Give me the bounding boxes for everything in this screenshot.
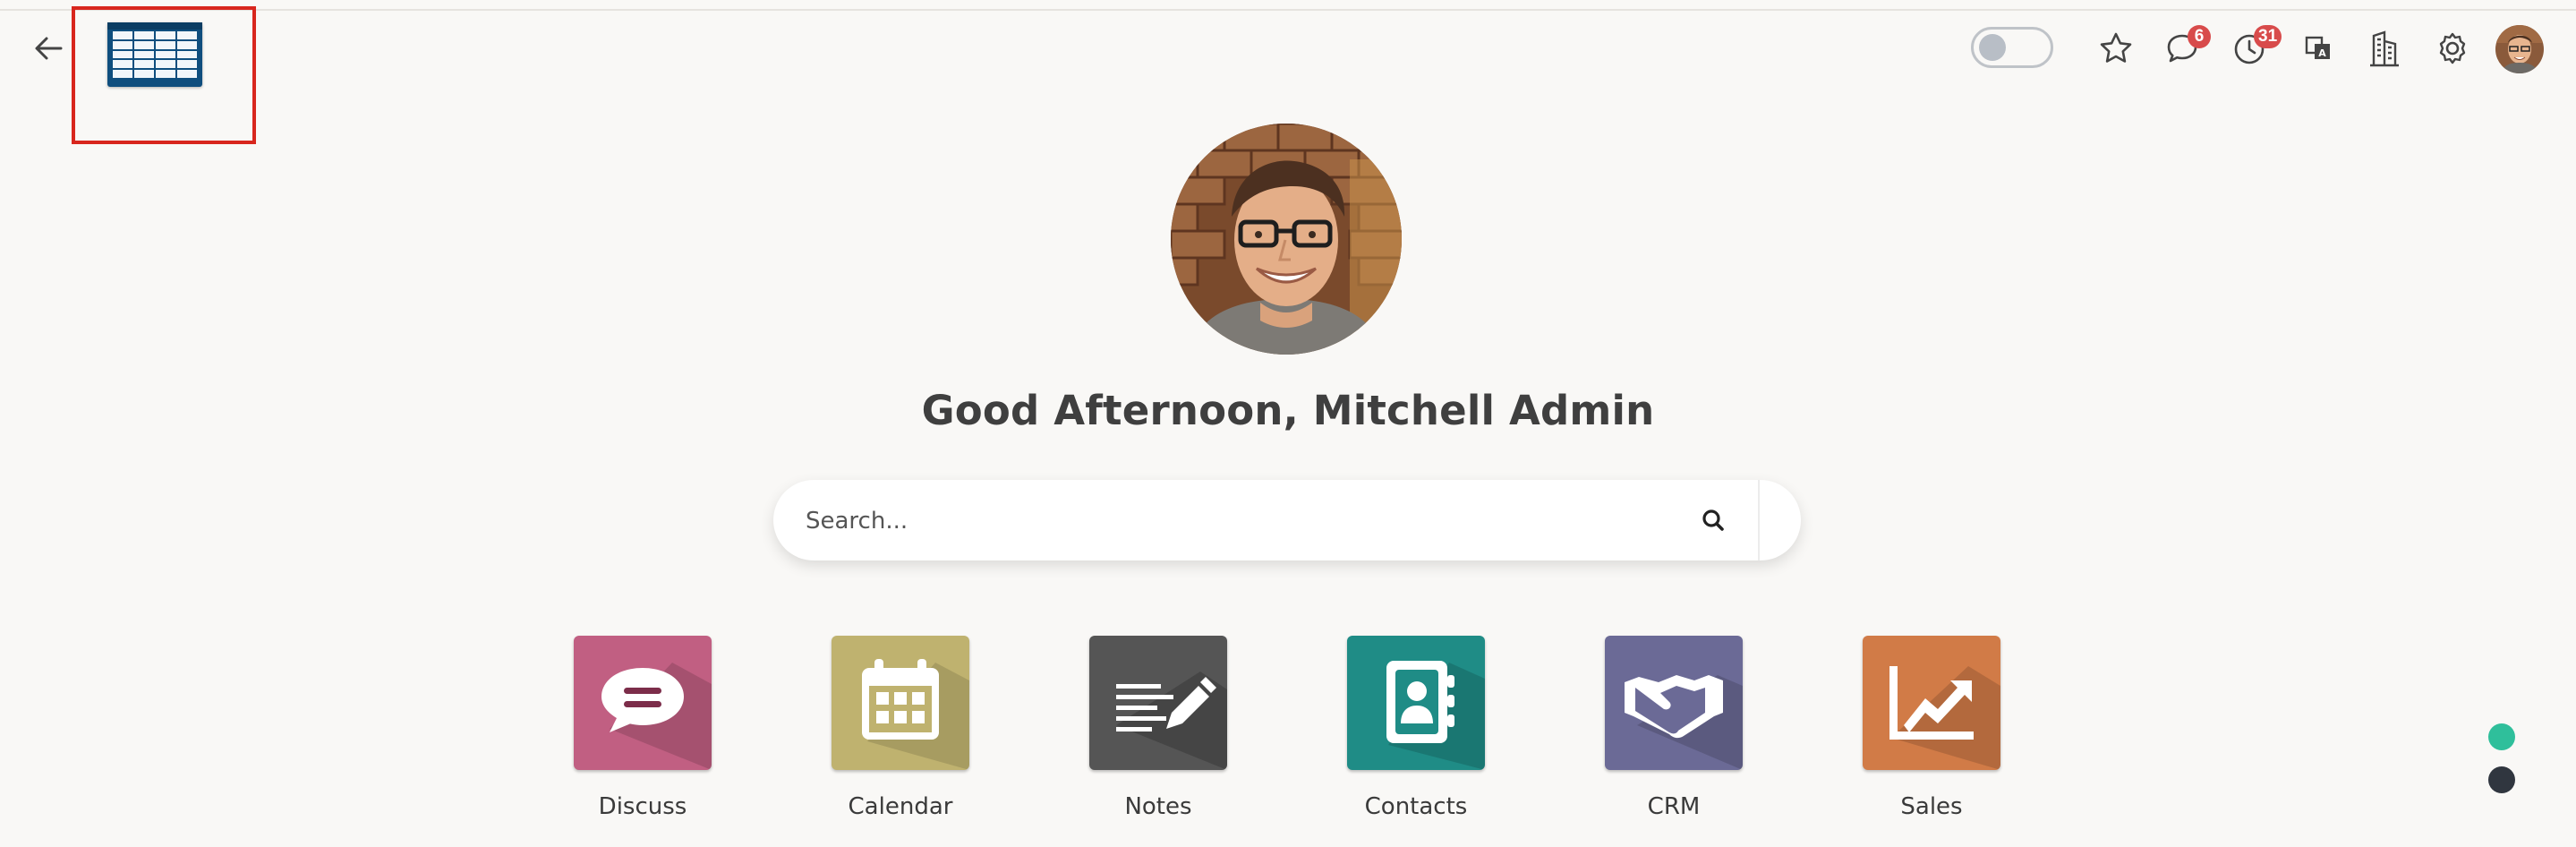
- search-button[interactable]: [1692, 499, 1735, 542]
- app-contacts[interactable]: Contacts: [1347, 636, 1485, 820]
- app-label: Discuss: [598, 793, 687, 820]
- app-notes[interactable]: Notes: [1089, 636, 1227, 820]
- app-tile: [1863, 636, 2000, 770]
- profile-photo: [1171, 124, 1402, 355]
- arrow-left-icon: [35, 37, 63, 60]
- activities-button[interactable]: 31: [2229, 25, 2282, 70]
- mode-toggle[interactable]: [1971, 27, 2053, 68]
- search-input[interactable]: [804, 480, 1702, 562]
- app-sales[interactable]: Sales: [1863, 636, 2000, 820]
- search-separator: [1758, 480, 1760, 560]
- app-label: Contacts: [1364, 793, 1468, 820]
- settings-button[interactable]: [2431, 27, 2474, 70]
- activities-badge: 31: [2254, 25, 2282, 48]
- toggle-knob: [1979, 34, 2006, 61]
- address-book-icon: [1386, 661, 1454, 743]
- app-tile: [1605, 636, 1743, 770]
- messages-badge: 6: [2188, 25, 2211, 48]
- app-label: CRM: [1647, 793, 1701, 820]
- highlighted-thumbnail[interactable]: [72, 6, 256, 144]
- star-icon: [2100, 32, 2132, 63]
- user-photo: [2495, 25, 2544, 73]
- app-label: Notes: [1124, 793, 1192, 820]
- app-label: Calendar: [848, 793, 953, 820]
- svg-text:A: A: [2318, 47, 2326, 59]
- top-border: [0, 0, 2576, 11]
- building-icon: [2370, 30, 2399, 67]
- back-button[interactable]: [27, 27, 70, 70]
- user-photo: [1171, 124, 1402, 355]
- messages-button[interactable]: 6: [2161, 25, 2211, 70]
- search-bar: [773, 480, 1801, 562]
- app-calendar[interactable]: Calendar: [832, 636, 969, 820]
- page-dot[interactable]: [2488, 766, 2515, 793]
- gear-icon: [2439, 32, 2466, 64]
- translate-icon: A: [2305, 36, 2330, 59]
- app-discuss[interactable]: Discuss: [574, 636, 712, 820]
- app-crm[interactable]: CRM: [1605, 636, 1743, 820]
- app-tile: [832, 636, 969, 770]
- search-icon: [1702, 509, 1724, 531]
- app-label: Sales: [1900, 793, 1963, 820]
- favorites-button[interactable]: [2094, 27, 2137, 70]
- app-tile: [1089, 636, 1227, 770]
- greeting-heading: Good Afternoon, Mitchell Admin: [921, 387, 1655, 434]
- company-button[interactable]: [2363, 27, 2406, 70]
- user-avatar[interactable]: [2495, 25, 2544, 73]
- calendar-table-thumbnail: [107, 22, 202, 87]
- language-button[interactable]: A: [2297, 27, 2340, 70]
- page-dot-active[interactable]: [2488, 723, 2515, 750]
- app-tile: [1347, 636, 1485, 770]
- app-tile: [574, 636, 712, 770]
- calendar-icon: [862, 659, 939, 740]
